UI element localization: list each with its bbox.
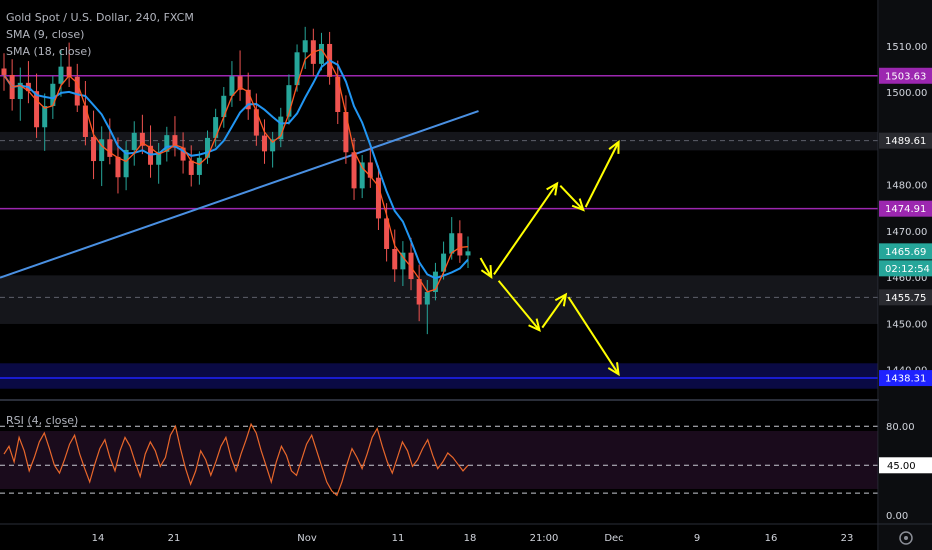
countdown-tag: 02:12:54 — [885, 264, 930, 275]
candle-body — [253, 109, 259, 136]
rsi-tick-label: 0.00 — [886, 511, 908, 522]
indicator-label-sma-slow: SMA (18, close) — [6, 45, 91, 58]
candle-body — [115, 156, 121, 178]
candle-body — [465, 251, 471, 256]
candle-body — [91, 136, 97, 162]
price-tick-label: 1450.00 — [886, 319, 927, 330]
candle-body — [318, 43, 324, 64]
time-tick-label: 9 — [694, 533, 700, 544]
candle-body — [196, 157, 202, 175]
candle-body — [1, 68, 7, 75]
band-1489 — [0, 131, 878, 151]
time-tick-label: Nov — [297, 533, 317, 544]
candle-body — [392, 248, 398, 270]
time-tick-label: 11 — [392, 533, 405, 544]
candle-body — [457, 233, 463, 256]
last-price-tag: 1465.69 — [885, 247, 926, 258]
rsi-label: RSI (4, close) — [6, 414, 78, 427]
candle-body — [261, 135, 267, 152]
candle-body — [449, 233, 455, 254]
candle-body — [343, 111, 349, 153]
candle-body — [424, 292, 430, 305]
candle-body — [229, 76, 235, 96]
chart-title: Gold Spot / U.S. Dollar, 240, FXCM — [6, 11, 194, 24]
time-tick-label: 16 — [765, 533, 778, 544]
candle-body — [188, 160, 194, 175]
candle-body — [335, 76, 341, 112]
time-tick-label: 21:00 — [530, 533, 559, 544]
candle-body — [131, 132, 137, 150]
candle-body — [42, 105, 48, 128]
indicator-label-sma-fast: SMA (9, close) — [6, 28, 84, 41]
level-tag-1503.63: 1503.63 — [885, 71, 926, 82]
rsi-band — [0, 431, 878, 489]
price-tick-label: 1480.00 — [886, 181, 927, 192]
time-tick-label: 21 — [168, 533, 181, 544]
chart: Gold Spot / U.S. Dollar, 240, FXCM SMA (… — [0, 0, 932, 550]
candle-body — [351, 152, 357, 189]
time-tick-label: Dec — [604, 533, 623, 544]
price-tick-label: 1510.00 — [886, 42, 927, 53]
time-tick-label: 14 — [92, 533, 105, 544]
level-tag-1474.91: 1474.91 — [885, 204, 926, 215]
candle-body — [205, 137, 211, 158]
candle-body — [416, 279, 422, 305]
price-tick-label: 1500.00 — [886, 88, 927, 99]
candle-body — [58, 66, 64, 84]
band-1438 — [0, 363, 878, 389]
level-tag-1489.61: 1489.61 — [885, 136, 926, 147]
candle-body — [302, 40, 308, 53]
rsi-tick-label: 80.00 — [886, 422, 915, 433]
candle-body — [34, 91, 40, 128]
level-tag-1438.31: 1438.31 — [885, 374, 926, 385]
rsi-current-tag: 45.00 — [887, 461, 916, 472]
price-tick-label: 1470.00 — [886, 227, 927, 238]
time-tick-label: 18 — [464, 533, 477, 544]
time-tick-label: 23 — [841, 533, 854, 544]
level-tag-1455.75: 1455.75 — [885, 293, 926, 304]
